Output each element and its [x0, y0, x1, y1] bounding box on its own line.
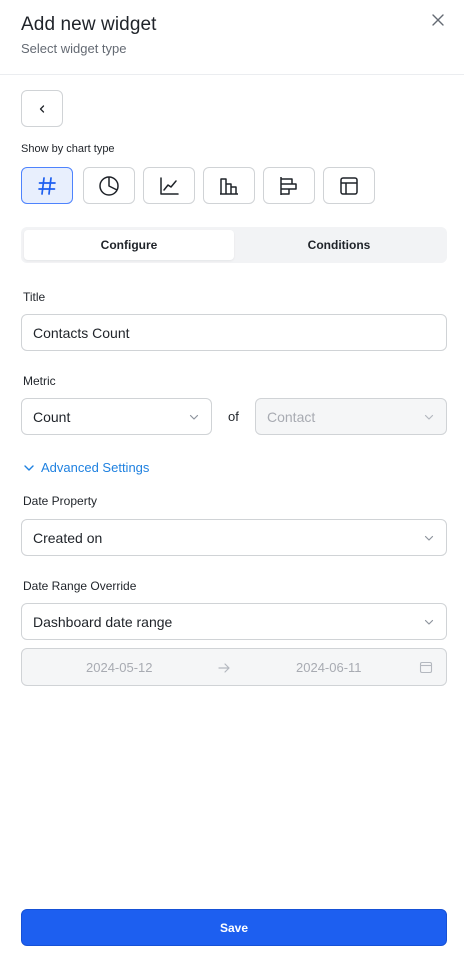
chevron-down-icon [424, 619, 434, 625]
chevron-down-icon [24, 464, 34, 471]
title-input[interactable]: Contacts Count [21, 314, 447, 351]
object-select-value: Contact [267, 408, 316, 425]
date-range-value: Dashboard date range [33, 613, 173, 630]
chart-type-bar-button[interactable] [263, 167, 315, 204]
save-button[interactable]: Save [21, 909, 447, 946]
config-tabs: Configure Conditions [21, 227, 447, 263]
arrow-right-icon [218, 663, 230, 673]
chevron-left-icon [39, 104, 45, 113]
metric-select[interactable]: Count [21, 398, 212, 435]
metric-select-value: Count [33, 408, 71, 425]
date-range-picker: 2024-05-12 2024-06-11 [21, 648, 447, 686]
chart-type-number-button[interactable] [21, 167, 73, 204]
metric-label: Metric [23, 374, 56, 388]
dialog-subtitle: Select widget type [21, 41, 127, 56]
table-icon [340, 176, 358, 195]
date-range-select[interactable]: Dashboard date range [21, 603, 447, 640]
back-button[interactable] [21, 90, 63, 127]
calendar-icon [419, 661, 433, 674]
object-select: Contact [255, 398, 447, 435]
range-end-date: 2024-06-11 [296, 660, 362, 675]
title-label: Title [23, 290, 46, 304]
chart-type-table-button[interactable] [323, 167, 375, 204]
dialog-title: Add new widget [21, 14, 157, 35]
chart-type-line-button[interactable] [143, 167, 195, 204]
bar-chart-icon [280, 176, 297, 195]
chevron-down-icon [189, 414, 199, 420]
chart-type-label: Show by chart type [21, 143, 115, 155]
close-icon [432, 14, 444, 26]
date-property-value: Created on [33, 529, 103, 546]
chart-type-pie-button[interactable] [83, 167, 135, 204]
advanced-settings-label: Advanced Settings [41, 460, 150, 475]
tab-conditions[interactable]: Conditions [234, 230, 444, 260]
title-input-value: Contacts Count [33, 324, 130, 341]
chevron-down-icon [424, 414, 434, 420]
hash-icon [38, 176, 56, 195]
of-text: of [228, 409, 239, 424]
line-chart-icon [160, 176, 179, 195]
close-button[interactable] [428, 10, 448, 30]
tab-configure[interactable]: Configure [24, 230, 234, 260]
date-property-label: Date Property [23, 494, 98, 508]
advanced-settings-toggle[interactable]: Advanced Settings [23, 460, 149, 475]
pie-chart-icon [99, 175, 119, 196]
range-start-date: 2024-05-12 [86, 660, 153, 675]
column-chart-icon [220, 177, 238, 195]
dialog-header: Add new widget Select widget type [0, 0, 464, 75]
date-range-label: Date Range Override [23, 579, 137, 593]
date-property-select[interactable]: Created on [21, 519, 447, 556]
chart-type-column-button[interactable] [203, 167, 255, 204]
chevron-down-icon [424, 535, 434, 541]
